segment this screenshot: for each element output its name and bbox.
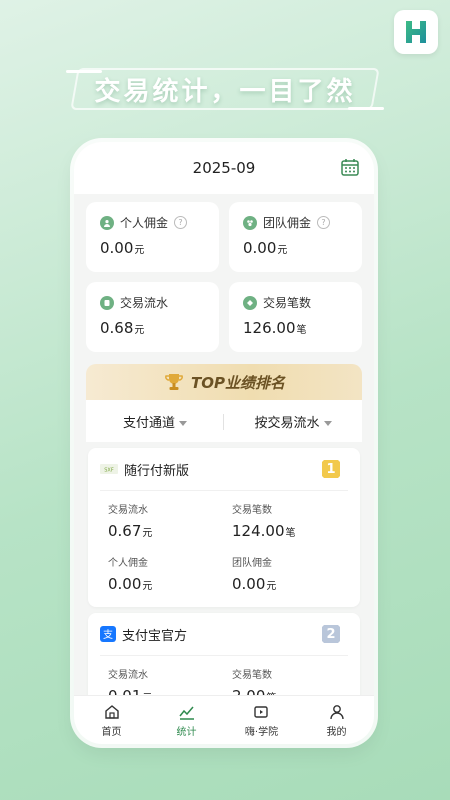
team-icon [243,215,257,230]
stat-label: 交易笔数 [232,670,272,681]
summary-card-team-commission: 团队佣金 ? 0.00元 [229,202,362,272]
help-icon[interactable]: ? [174,216,188,229]
tab-label: 统计 [176,726,197,738]
summary-value: 0.00 [100,239,134,257]
ranking-header: TOP业绩排名 [86,364,362,400]
bottom-tab-bar: 首页 统计 嗨·学院 我的 [74,695,374,744]
ranking-title: TOP业绩排名 [191,373,285,392]
summary-value: 126.00 [243,319,296,337]
help-icon[interactable]: ? [317,216,331,229]
svg-text:1: 1 [326,462,335,477]
profile-icon [329,704,344,719]
promo-banner: 交易统计，一目了然 [60,64,390,114]
phone-mockup: 2025-09 个人佣金 ? 0.00元 团队佣金 ? 0.00元 交易流水 0… [74,142,374,744]
tab-statistics[interactable]: 统计 [149,696,224,744]
summary-value: 0.00 [243,239,277,257]
alipay-icon: 支 [100,626,116,642]
svg-text:2: 2 [326,627,335,642]
summary-label: 交易流水 [120,296,169,310]
rank-badge-icon: 1 [322,460,340,478]
ranking-filters: 支付通道 按交易流水 [86,400,362,442]
summary-card-transaction-count: 交易笔数 126.00笔 [229,282,362,352]
stat-value: 124.00 [232,522,285,540]
count-icon [243,295,257,310]
summary-unit: 元 [134,325,145,336]
summary-label: 交易笔数 [263,296,312,310]
tab-label: 首页 [101,726,122,738]
stats-header: 2025-09 [74,142,374,194]
summary-unit: 元 [134,245,145,256]
stat-value: 0.00 [108,575,142,593]
stat-value: 0.67 [108,522,142,540]
filter-sort[interactable]: 按交易流水 [224,412,362,431]
trophy-icon [165,374,183,390]
home-icon [104,704,119,719]
user-icon [100,215,114,230]
stat-value: 0.00 [232,575,266,593]
month-label[interactable]: 2025-09 [193,159,256,177]
chart-icon [178,706,194,720]
chevron-down-icon [323,420,332,426]
video-icon [253,705,268,718]
app-logo [394,10,438,54]
svg-text:支: 支 [103,629,113,641]
summary-grid: 个人佣金 ? 0.00元 团队佣金 ? 0.00元 交易流水 0.68元 交易笔… [74,202,374,352]
filter-channel[interactable]: 支付通道 [86,412,224,431]
tab-academy[interactable]: 嗨·学院 [224,696,299,744]
tab-home[interactable]: 首页 [74,696,149,744]
rank-badge-icon: 2 [322,625,340,643]
summary-label: 团队佣金 [263,216,312,230]
flow-icon [100,295,114,310]
summary-value: 0.68 [100,319,134,337]
summary-card-personal-commission: 个人佣金 ? 0.00元 [86,202,219,272]
channel-name: 随行付新版 [124,463,190,479]
logo-icon [406,21,426,43]
stat-label: 交易流水 [108,505,148,516]
stat-label: 交易流水 [108,670,148,681]
stat-label: 个人佣金 [108,558,148,569]
chevron-down-icon [179,420,187,426]
tab-label: 嗨·学院 [244,726,279,738]
tab-label: 我的 [326,726,347,738]
summary-label: 个人佣金 [120,216,169,230]
stat-label: 团队佣金 [232,558,272,569]
summary-unit: 笔 [296,325,307,336]
summary-card-transaction-flow: 交易流水 0.68元 [86,282,219,352]
channel-logo-icon: SXF [100,464,118,474]
svg-text:SXF: SXF [104,468,114,474]
stat-label: 交易笔数 [232,505,272,516]
channel-name: 支付宝官方 [122,628,188,644]
ranking-item[interactable]: SXF 随行付新版 1 交易流水 0.67元 交易笔数 124.00笔 个人佣金 0.… [88,448,360,607]
calendar-icon[interactable] [340,157,360,177]
summary-unit: 元 [277,245,288,256]
tab-profile[interactable]: 我的 [299,696,374,744]
